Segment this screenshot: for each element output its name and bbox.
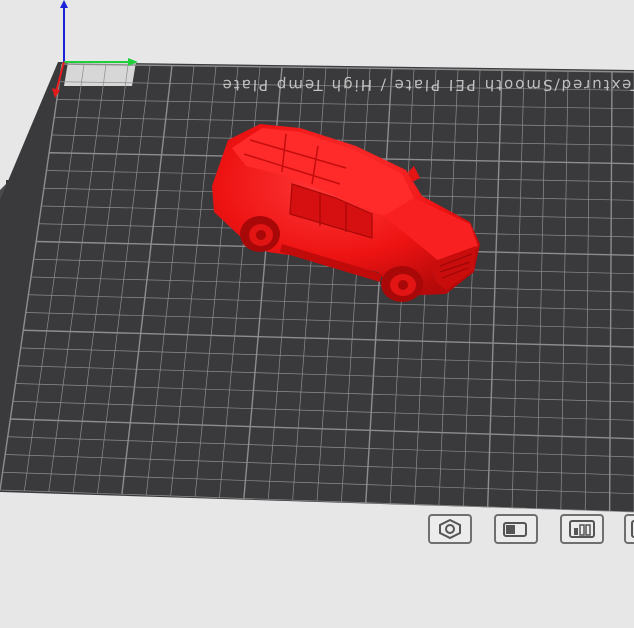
3d-viewport[interactable] xyxy=(0,0,634,628)
layout-button[interactable] xyxy=(560,514,604,544)
orient-button[interactable] xyxy=(428,514,472,544)
orient-icon xyxy=(439,518,461,540)
camera-view-button[interactable] xyxy=(494,514,538,544)
more-tools-button[interactable] xyxy=(624,514,634,544)
camera-view-icon xyxy=(503,522,527,537)
wheel-front xyxy=(381,266,423,302)
wheel-rear xyxy=(240,216,280,252)
bed-plate-label: Textured/Smooth PEI Plate / High Temp Pl… xyxy=(220,76,634,94)
build-plate[interactable] xyxy=(0,62,634,512)
more-tools-icon xyxy=(631,520,634,538)
layout-icon xyxy=(569,520,595,538)
